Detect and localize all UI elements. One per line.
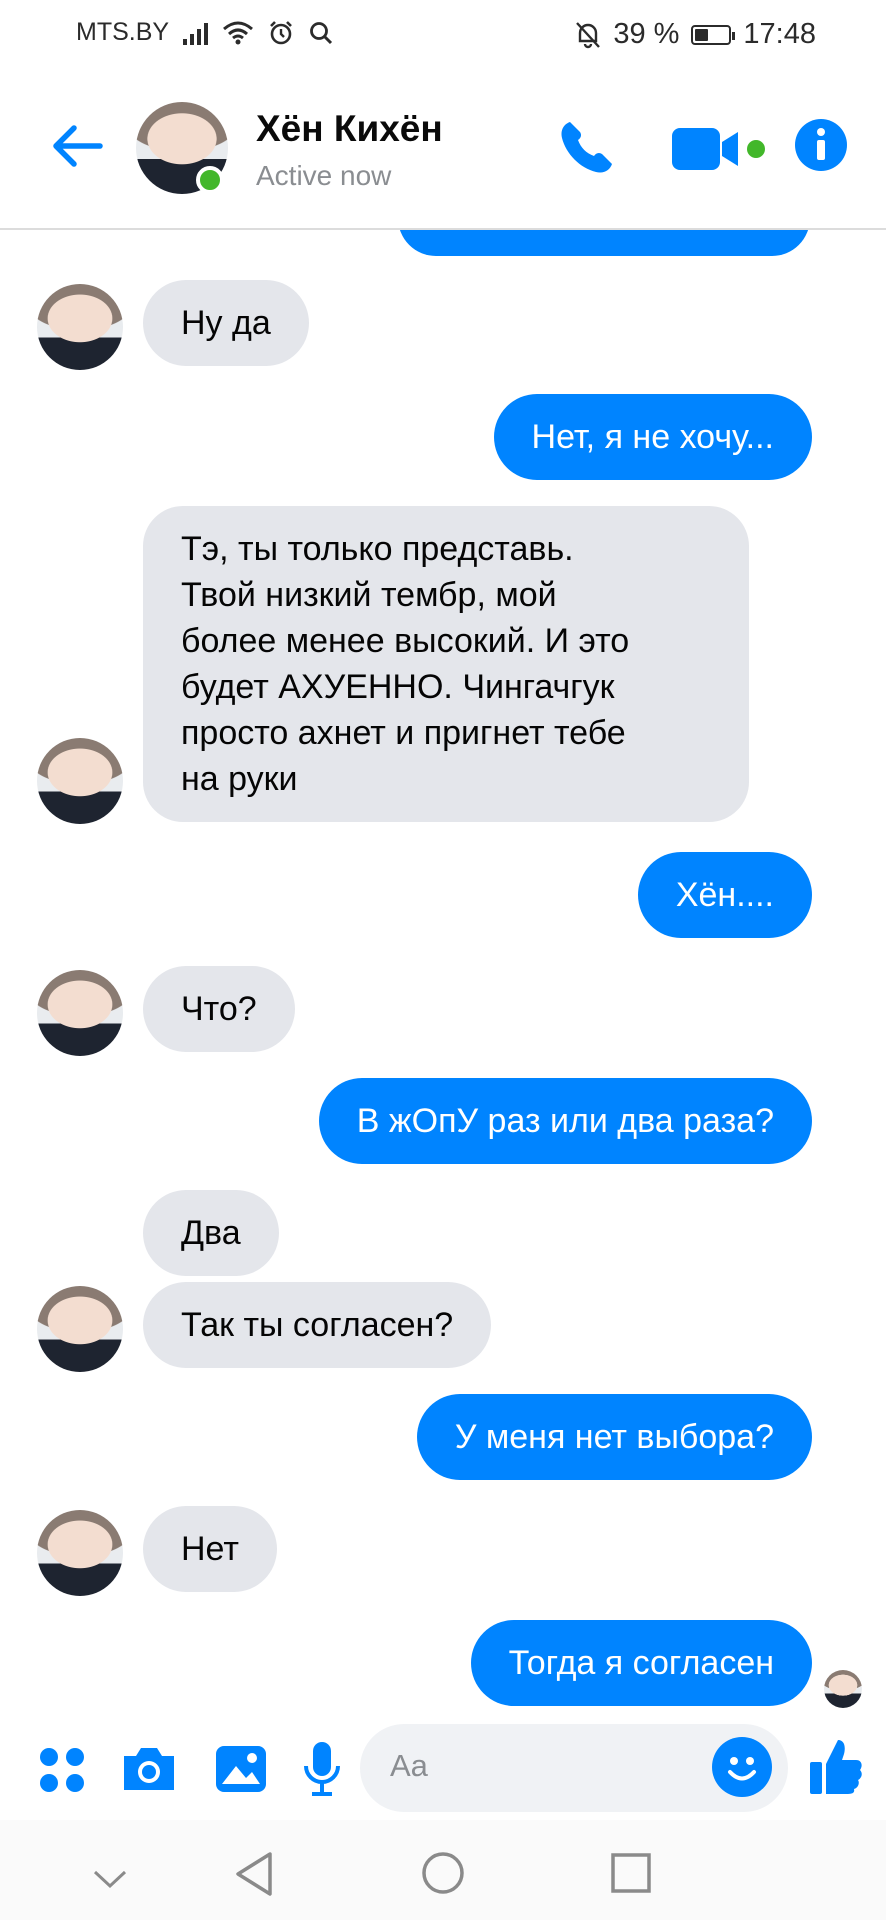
message-line: на руки (181, 760, 298, 798)
message-bubble[interactable]: Ну да (143, 280, 309, 366)
apps-grid-icon[interactable] (38, 1746, 86, 1794)
back-arrow-icon[interactable] (46, 122, 106, 170)
nav-home-icon[interactable] (420, 1850, 466, 1896)
message-line: Твой низкий тембр, мой (181, 576, 557, 614)
wifi-icon (223, 21, 254, 44)
signal-icon (183, 21, 209, 45)
bell-off-icon (576, 21, 601, 48)
message-bubble-cut[interactable] (398, 230, 810, 256)
seen-receipt-avatar (824, 1670, 862, 1708)
microphone-icon[interactable] (302, 1740, 342, 1798)
gallery-icon[interactable] (214, 1742, 268, 1796)
battery-icon (691, 24, 736, 45)
message-bubble[interactable]: Что? (143, 966, 295, 1052)
message-bubble[interactable]: В жОпУ раз или два раза? (318, 1078, 812, 1164)
nav-back-icon[interactable] (232, 1850, 276, 1898)
search-icon (310, 21, 333, 44)
phone-icon[interactable] (556, 118, 616, 178)
alarm-icon (270, 20, 292, 44)
online-indicator (196, 166, 224, 194)
sender-avatar (37, 970, 123, 1056)
thumbs-up-icon[interactable] (808, 1736, 864, 1796)
composer-bar: Aa (0, 1720, 886, 1820)
message-line: Тэ, ты только представь. (181, 530, 574, 568)
carrier-label: MTS.BY (76, 18, 170, 46)
message-bubble[interactable]: Нет (143, 1506, 277, 1592)
message-bubble[interactable]: Тэ, ты только представь. Твой низкий тем… (143, 506, 749, 822)
message-bubble[interactable]: Два (143, 1190, 279, 1276)
message-input[interactable]: Aa (360, 1724, 788, 1812)
sender-avatar (37, 1510, 123, 1596)
sender-avatar (37, 1286, 123, 1372)
message-bubble[interactable]: Нет, я не хочу... (493, 394, 812, 480)
info-icon[interactable] (794, 118, 848, 172)
video-camera-icon[interactable] (672, 126, 768, 172)
sender-avatar (37, 738, 123, 824)
message-line: просто ахнет и пригнет тебе (181, 714, 626, 752)
message-line: будет АХУЕННО. Чингачгук (181, 668, 615, 706)
message-list[interactable]: Ну да Нет, я не хочу... Тэ, ты только пр… (0, 230, 886, 1720)
battery-percent: 39 % (613, 18, 680, 50)
clock: 17:48 (743, 18, 816, 50)
emoji-icon[interactable] (712, 1737, 772, 1797)
nav-recents-icon[interactable] (610, 1852, 652, 1894)
contact-name[interactable]: Хён Кихён (256, 108, 443, 150)
message-bubble[interactable]: Хён.... (637, 852, 812, 938)
message-bubble[interactable]: Так ты согласен? (143, 1282, 492, 1368)
camera-icon[interactable] (120, 1744, 178, 1794)
message-bubble[interactable]: У меня нет выбора? (416, 1394, 812, 1480)
nav-collapse-icon[interactable] (92, 1868, 128, 1890)
presence-status: Active now (256, 160, 392, 191)
message-line: более менее высокий. И это (181, 622, 630, 660)
system-navigation-bar (0, 1820, 886, 1920)
message-input-placeholder: Aa (390, 1748, 428, 1783)
status-bar: MTS.BY 39 % 17:48 (0, 0, 886, 70)
conversation-header: Хён Кихён Active now (0, 70, 886, 230)
sender-avatar (37, 284, 123, 370)
message-bubble[interactable]: Тогда я согласен (470, 1620, 812, 1706)
